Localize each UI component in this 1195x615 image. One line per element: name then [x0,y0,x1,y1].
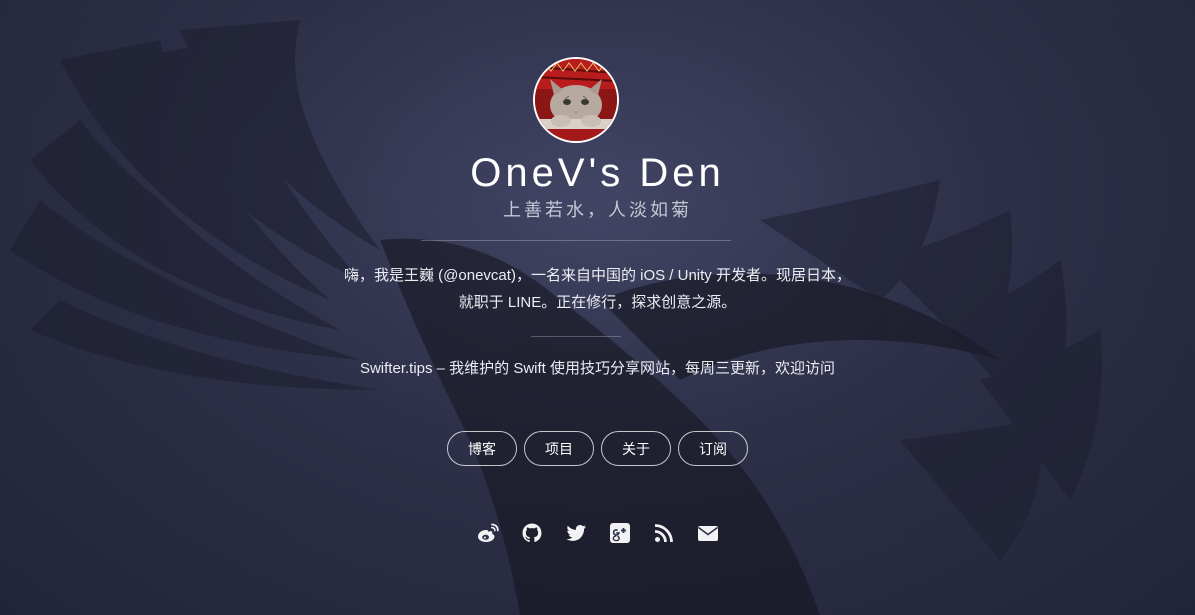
social-links [0,521,1195,545]
nav-blog-button[interactable]: 博客 [447,431,517,466]
divider [421,240,731,241]
rss-icon[interactable] [652,521,676,545]
email-icon[interactable] [696,521,720,545]
site-title: OneV's Den [470,151,725,195]
bio-line: 就职于 LINE。正在修行，探求创意之源。 [458,294,737,311]
divider [531,336,621,337]
weibo-icon[interactable] [476,521,500,545]
nav-projects-button[interactable]: 项目 [524,431,594,466]
site-subtitle: 上善若水，人淡如菊 [503,200,692,220]
bio-line: 嗨，我是王巍 (@onevcat)，一名来自中国的 iOS / Unity 开发… [344,267,851,284]
swifter-tips-link[interactable]: Swifter.tips – 我维护的 Swift 使用技巧分享网站，每周三更新… [0,357,1195,381]
nav-about-button[interactable]: 关于 [601,431,671,466]
main-nav: 博客 项目 关于 订阅 [0,431,1195,466]
avatar[interactable] [533,57,619,143]
twitter-icon[interactable] [564,521,588,545]
home-hero: OneV's Den 上善若水，人淡如菊 嗨，我是王巍 (@onevcat)，一… [0,0,1195,615]
github-icon[interactable] [520,521,544,545]
bio: 嗨，我是王巍 (@onevcat)，一名来自中国的 iOS / Unity 开发… [0,262,1195,316]
cat-avatar-image [535,59,617,141]
nav-subscribe-button[interactable]: 订阅 [678,431,748,466]
google-plus-icon[interactable] [608,521,632,545]
